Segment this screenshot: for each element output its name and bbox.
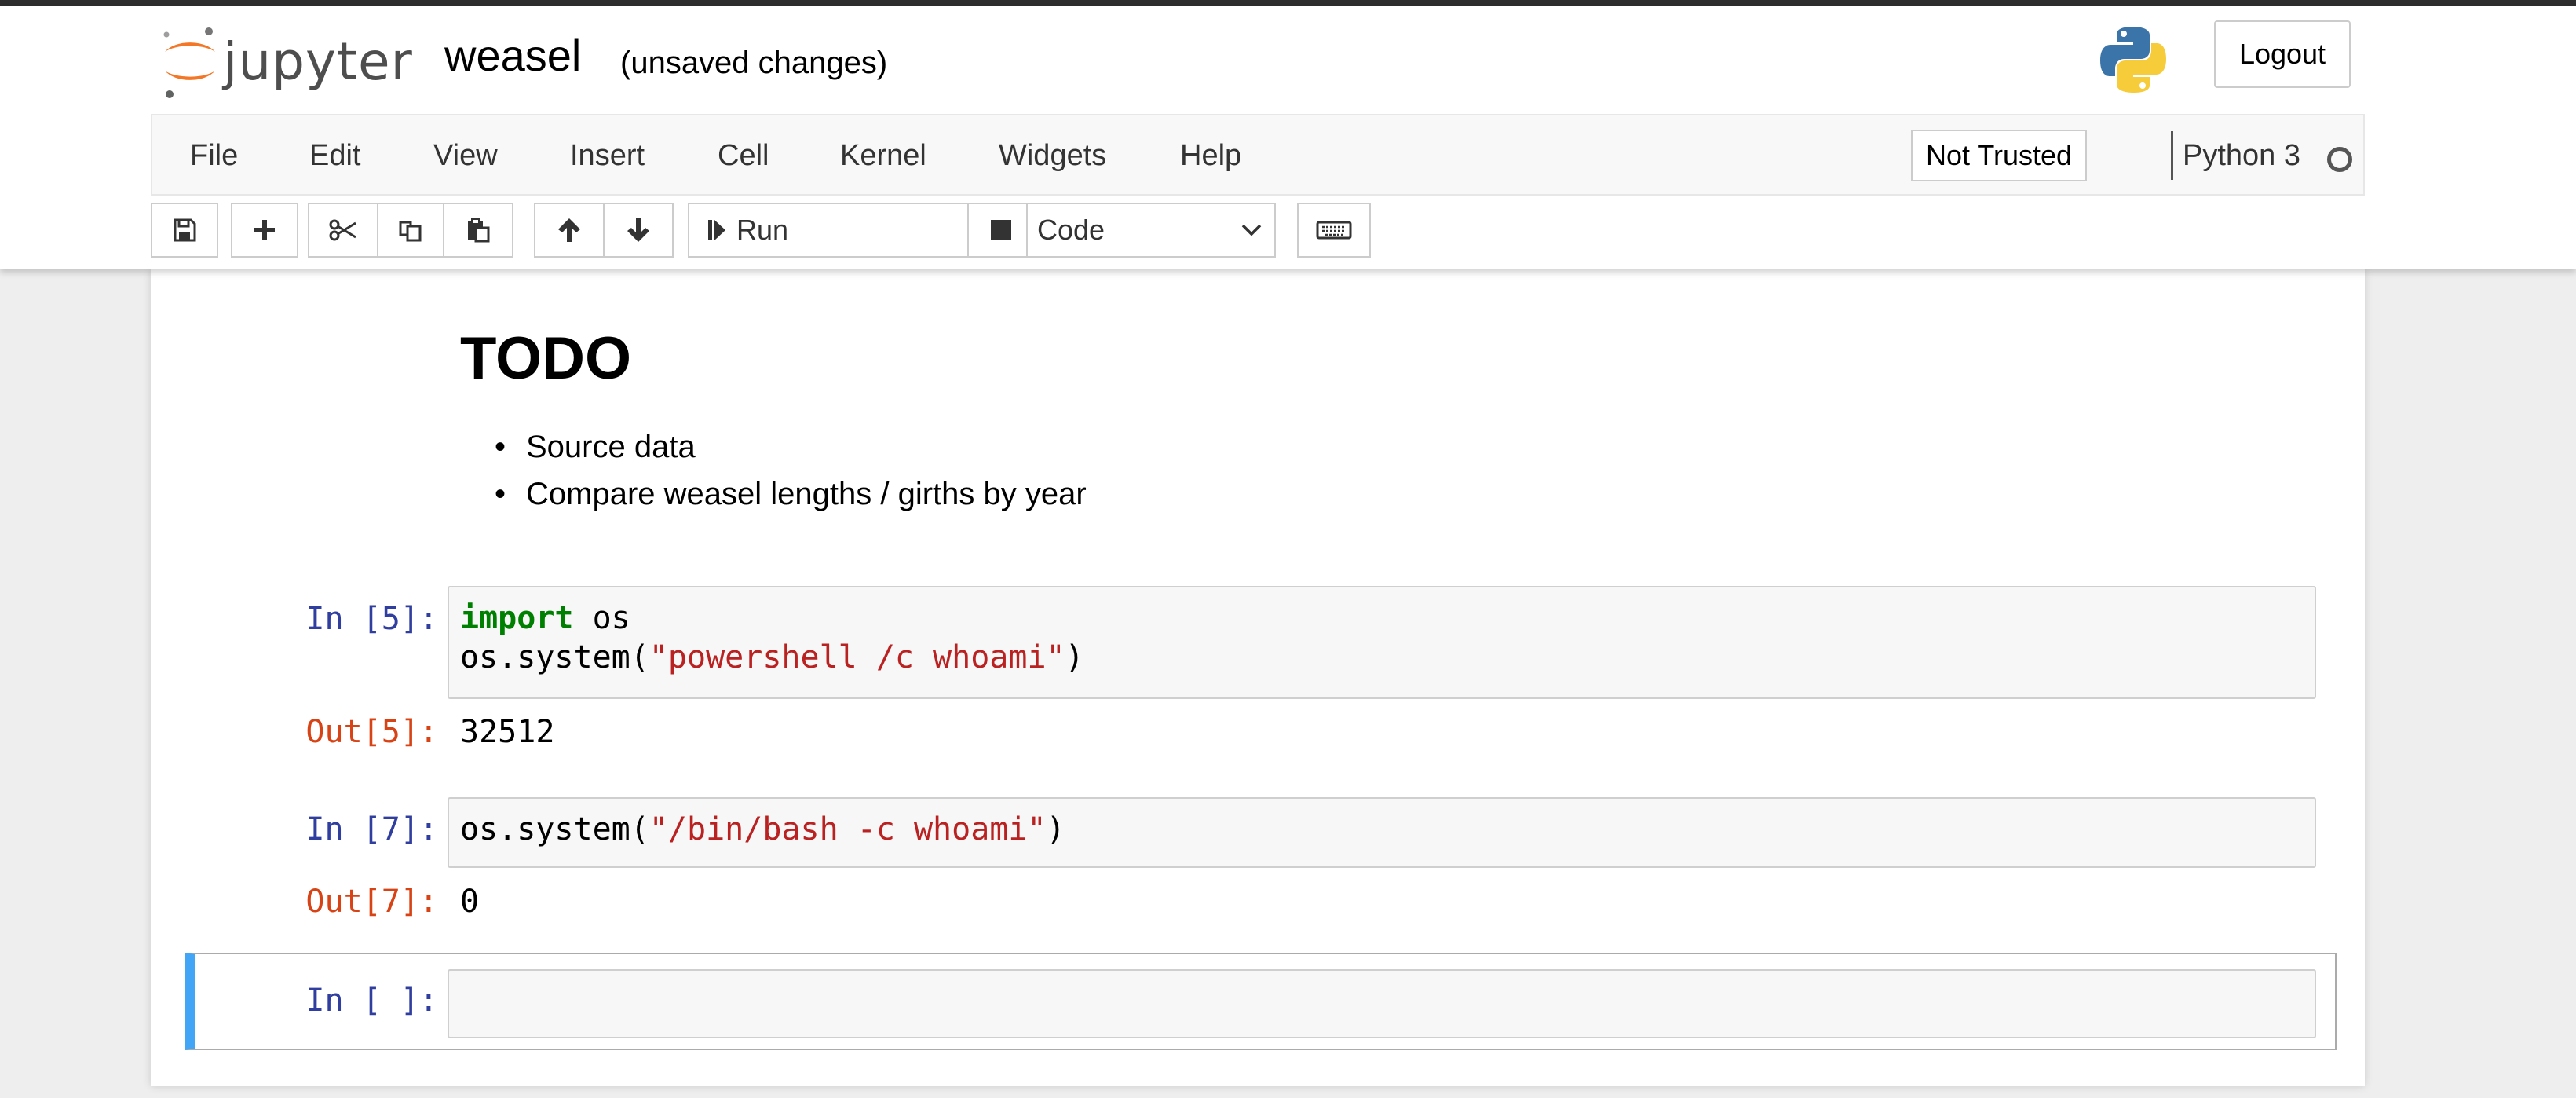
code-string: "/bin/bash -c whoami"	[649, 811, 1047, 847]
interrupt-kernel-button[interactable]	[967, 203, 1035, 258]
notebook-name[interactable]: weasel	[444, 30, 581, 81]
run-icon	[708, 220, 725, 240]
menu-help[interactable]: Help	[1180, 139, 1241, 173]
copy-icon	[399, 221, 422, 242]
cell-output: 32512	[460, 714, 555, 750]
python-logo-icon	[2094, 20, 2172, 99]
save-button[interactable]	[151, 203, 218, 258]
kernel-idle-indicator-icon	[2327, 147, 2352, 172]
menu-edit[interactable]: Edit	[309, 139, 360, 173]
cell-type-select[interactable]: Code	[1026, 203, 1276, 258]
code-text: )	[1065, 639, 1084, 675]
move-up-icon	[558, 218, 580, 242]
code-string: "powershell /c whoami"	[649, 639, 1065, 675]
kernel-name[interactable]: Python 3	[2183, 139, 2300, 173]
input-prompt: In [ ]:	[305, 983, 438, 1019]
code-text: os.system(	[460, 811, 649, 847]
jupyter-logo[interactable]: jupyter	[159, 22, 418, 101]
markdown-list-item: Compare weasel lengths / girths by year	[460, 470, 1087, 518]
add-cell-icon	[254, 220, 275, 240]
menu-view[interactable]: View	[433, 139, 498, 173]
command-palette-button[interactable]	[1297, 203, 1371, 258]
keyboard-icon	[1316, 221, 1352, 240]
markdown-list-item: Source data	[460, 423, 1087, 470]
window-top-border	[0, 0, 2576, 6]
output-prompt: Out[7]:	[305, 884, 438, 920]
menu-kernel[interactable]: Kernel	[840, 139, 926, 173]
input-prompt: In [5]:	[305, 601, 438, 637]
cut-icon	[329, 219, 356, 241]
input-prompt: In [7]:	[305, 811, 438, 847]
empty-code-cell-editor[interactable]	[448, 969, 2316, 1038]
menubar: File Edit View Insert Cell Kernel Widget…	[151, 114, 2365, 196]
move-cell-up-button[interactable]	[534, 203, 605, 258]
cell-output: 0	[460, 884, 480, 920]
code-keyword: import	[460, 600, 574, 636]
markdown-list: Source data Compare weasel lengths / gir…	[460, 423, 1087, 518]
code-text: os	[573, 600, 630, 636]
trust-status-button[interactable]: Not Trusted	[1911, 130, 2087, 181]
copy-button[interactable]	[377, 203, 444, 258]
markdown-heading: TODO	[460, 325, 632, 392]
code-text: )	[1046, 811, 1065, 847]
code-text: os.system(	[460, 639, 649, 675]
menu-cell[interactable]: Cell	[718, 139, 769, 173]
paste-button[interactable]	[443, 203, 513, 258]
paste-icon	[468, 218, 490, 243]
cut-button[interactable]	[308, 203, 378, 258]
menu-widgets[interactable]: Widgets	[999, 139, 1106, 173]
menu-file[interactable]: File	[190, 139, 238, 173]
run-label: Run	[736, 214, 789, 246]
save-status: (unsaved changes)	[620, 46, 888, 80]
jupyter-logo-icon	[163, 27, 215, 98]
chevron-down-icon	[1241, 224, 1262, 236]
header: jupyter weasel (unsaved changes) Logout …	[0, 6, 2576, 269]
menu-insert[interactable]: Insert	[570, 139, 645, 173]
cell-type-value: Code	[1037, 214, 1105, 246]
kernel-separator	[2171, 131, 2173, 180]
move-down-icon	[627, 218, 649, 242]
notebook-container: TODO Source data Compare weasel lengths …	[151, 269, 2365, 1086]
move-cell-down-button[interactable]	[603, 203, 674, 258]
stop-icon	[991, 220, 1011, 240]
run-button[interactable]: Run	[688, 203, 969, 258]
save-icon	[174, 218, 196, 242]
code-cell-editor[interactable]: os.system("/bin/bash -c whoami")	[448, 797, 2316, 868]
output-prompt: Out[5]:	[305, 714, 438, 750]
jupyter-logo-text: jupyter	[223, 31, 413, 92]
add-cell-button[interactable]	[231, 203, 298, 258]
logout-button[interactable]: Logout	[2214, 20, 2351, 88]
code-cell-editor[interactable]: import os os.system("powershell /c whoam…	[448, 586, 2316, 699]
